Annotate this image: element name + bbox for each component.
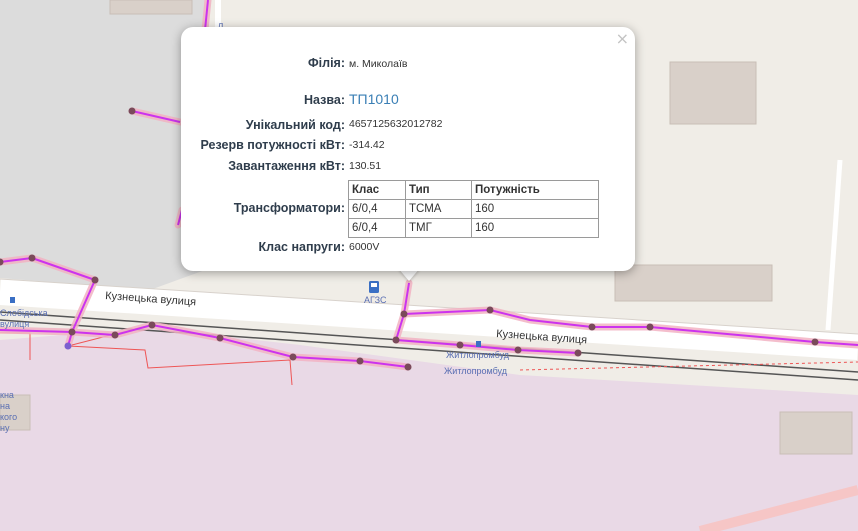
power-node xyxy=(574,349,582,357)
poi-label-fragment: кого xyxy=(0,412,17,422)
load-value: 130.51 xyxy=(349,160,382,172)
table-cell: 6/0,4 xyxy=(348,199,406,219)
power-node xyxy=(91,276,99,284)
poi-label-zhytlopromvud: Житлопромбуд xyxy=(446,350,510,360)
poi-label-agzs: АГЗС xyxy=(364,295,387,305)
table-header-row: Клас Тип Потужність xyxy=(348,180,599,200)
poi-label-fragment: кна xyxy=(0,390,14,400)
close-icon[interactable]: × xyxy=(616,29,629,48)
table-cell: ТСМА xyxy=(405,199,472,219)
unique-code-label: Унікальний код: xyxy=(245,118,345,132)
power-reserve-value: -314.42 xyxy=(349,139,385,151)
power-node xyxy=(588,323,596,331)
power-node xyxy=(68,328,76,336)
power-node xyxy=(514,346,522,354)
parking-area xyxy=(0,0,205,290)
table-cell: ТМГ xyxy=(405,218,472,238)
transformers-table: Клас Тип Потужність 6/0,4 ТСМА 160 6/0,4… xyxy=(348,180,599,238)
table-cell: 6/0,4 xyxy=(348,218,406,238)
power-node xyxy=(646,323,654,331)
power-node xyxy=(148,321,156,329)
info-popup: × Філія: м. Миколаїв Назва: ТП1010 Уніка… xyxy=(181,27,635,271)
unique-code-value: 4657125632012782 xyxy=(349,118,443,130)
power-node xyxy=(400,310,408,318)
power-reserve-label: Резерв потужності кВт: xyxy=(200,138,346,152)
bus-stop-icon[interactable] xyxy=(476,341,481,347)
poi-label-fragment: ну xyxy=(0,423,10,433)
power-node xyxy=(811,338,819,346)
column-header: Тип xyxy=(405,180,472,200)
poi-label-zhytlopromvud: Житлопромбуд xyxy=(444,366,508,376)
branch-value: м. Миколаїв xyxy=(349,58,408,70)
gas-station-icon[interactable] xyxy=(369,281,379,293)
name-link[interactable]: ТП1010 xyxy=(349,91,399,107)
building xyxy=(109,0,193,15)
transformers-label: Трансформатори: xyxy=(233,201,345,215)
table-row: 6/0,4 ТСМА 160 xyxy=(348,199,599,219)
selected-node xyxy=(64,342,72,350)
power-node xyxy=(404,363,412,371)
voltage-class-label: Клас напруги: xyxy=(258,240,345,254)
poi-label-fragment: на xyxy=(0,401,10,411)
column-header: Клас xyxy=(348,180,406,200)
power-node xyxy=(128,107,136,115)
building xyxy=(779,411,853,455)
load-label: Завантаження кВт: xyxy=(228,159,345,173)
table-cell: 160 xyxy=(471,199,599,219)
building xyxy=(614,264,773,302)
poi-label-slobidska: Слобідська xyxy=(0,308,48,318)
power-node xyxy=(486,306,494,314)
building xyxy=(669,61,757,125)
poi-label-vulytsia: вулиця xyxy=(0,319,29,329)
power-node xyxy=(289,353,297,361)
table-cell: 160 xyxy=(471,218,599,238)
voltage-class-value: 6000V xyxy=(349,241,380,253)
power-node xyxy=(28,254,36,262)
branch-label: Філія: xyxy=(307,56,345,70)
power-node xyxy=(356,357,364,365)
column-header: Потужність xyxy=(471,180,599,200)
power-node xyxy=(216,334,224,342)
power-node xyxy=(456,341,464,349)
power-node xyxy=(111,331,119,339)
name-label: Назва: xyxy=(304,93,345,107)
bus-stop-icon[interactable] xyxy=(10,297,15,303)
table-row: 6/0,4 ТМГ 160 xyxy=(348,218,599,238)
power-node xyxy=(392,336,400,344)
